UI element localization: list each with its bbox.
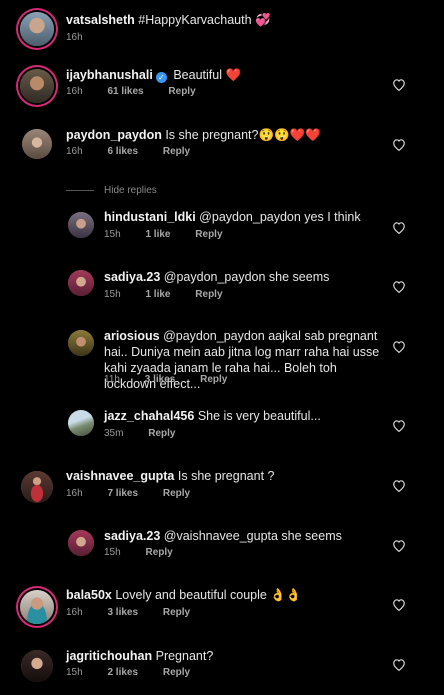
comment-meta: 16h 6 likes Reply <box>66 146 212 157</box>
comment-text: @paydon_paydon she seems <box>163 270 330 284</box>
reply-button[interactable]: Reply <box>163 146 190 157</box>
comment-meta: 11h 3 likes Reply <box>104 374 249 385</box>
timestamp: 15h <box>104 547 121 558</box>
username[interactable]: vatsalsheth <box>66 13 135 27</box>
comment-body: bala50x Lovely and beautiful couple 👌👌 <box>66 587 386 603</box>
comment-meta: 16h 3 likes Reply <box>66 607 212 618</box>
comment-body: vaishnavee_gupta Is she pregnant ? <box>66 468 386 484</box>
comment-meta: 16h <box>66 32 105 43</box>
reply-button[interactable]: Reply <box>163 667 190 678</box>
comment-meta: 16h 61 likes Reply <box>66 86 218 97</box>
timestamp: 35m <box>104 428 124 439</box>
comment-text: Is she pregnant?😲😲❤️❤️ <box>165 128 321 142</box>
like-heart-icon[interactable] <box>392 539 406 552</box>
like-heart-icon[interactable] <box>392 78 406 91</box>
likes-count[interactable]: 1 like <box>145 229 170 240</box>
comment-text: @vaishnavee_gupta she seems <box>163 529 342 543</box>
like-heart-icon[interactable] <box>392 598 406 611</box>
avatar[interactable] <box>22 129 52 159</box>
username[interactable]: sadiya.23 <box>104 270 160 284</box>
likes-count[interactable]: 2 likes <box>107 667 138 678</box>
username[interactable]: bala50x <box>66 588 112 602</box>
comment-meta: 35m Reply <box>104 428 197 439</box>
timestamp: 16h <box>66 32 83 43</box>
reply-button[interactable]: Reply <box>163 488 190 499</box>
avatar[interactable] <box>20 12 54 46</box>
reply-button[interactable]: Reply <box>168 86 195 97</box>
comment-body: sadiya.23 @paydon_paydon she seems <box>104 269 384 285</box>
avatar[interactable] <box>68 270 94 296</box>
reply-button[interactable]: Reply <box>195 229 222 240</box>
avatar[interactable] <box>68 212 94 238</box>
username[interactable]: hindustani_ldki <box>104 210 196 224</box>
likes-count[interactable]: 3 likes <box>107 607 138 618</box>
timestamp: 15h <box>66 667 83 678</box>
avatar[interactable] <box>68 330 94 356</box>
avatar[interactable] <box>21 471 53 503</box>
reply-button[interactable]: Reply <box>195 289 222 300</box>
username[interactable]: jazz_chahal456 <box>104 409 194 423</box>
comment-text: She is very beautiful... <box>197 409 321 423</box>
timestamp: 16h <box>66 488 83 499</box>
timestamp: 16h <box>66 607 83 618</box>
comment-body: hindustani_ldki @paydon_paydon yes I thi… <box>104 209 384 225</box>
avatar[interactable] <box>20 590 54 624</box>
username[interactable]: sadiya.23 <box>104 529 160 543</box>
likes-count[interactable]: 7 likes <box>107 488 138 499</box>
divider <box>66 189 94 191</box>
comment-meta: 15h 1 like Reply <box>104 229 245 240</box>
timestamp: 15h <box>104 289 121 300</box>
timestamp: 11h <box>104 374 120 385</box>
comment-body: paydon_paydon Is she pregnant?😲😲❤️❤️ <box>66 127 386 143</box>
comment-meta: 16h 7 likes Reply <box>66 488 212 499</box>
comment-body: jazz_chahal456 She is very beautiful... <box>104 408 384 424</box>
likes-count[interactable]: 61 likes <box>107 86 143 97</box>
comment-text: Beautiful ❤️ <box>173 68 242 82</box>
comment-text: #HappyKarvachauth 💞 <box>138 13 271 27</box>
comment-meta: 15h Reply <box>104 547 195 558</box>
username[interactable]: ariosious <box>104 329 160 343</box>
reply-button[interactable]: Reply <box>148 428 175 439</box>
reply-button[interactable]: Reply <box>145 547 172 558</box>
comment-text: Lovely and beautiful couple 👌👌 <box>115 588 302 602</box>
likes-count[interactable]: 6 likes <box>107 146 138 157</box>
verified-badge-icon: ✓ <box>155 72 167 83</box>
comment-meta: 15h 2 likes Reply <box>66 667 212 678</box>
username[interactable]: paydon_paydon <box>66 128 162 142</box>
reply-button[interactable]: Reply <box>200 374 227 385</box>
avatar[interactable] <box>68 410 94 436</box>
username[interactable]: vaishnavee_gupta <box>66 469 174 483</box>
avatar[interactable] <box>20 69 54 103</box>
timestamp: 16h <box>66 146 83 157</box>
likes-count[interactable]: 1 like <box>145 289 170 300</box>
comment-body: sadiya.23 @vaishnavee_gupta she seems <box>104 528 384 544</box>
username[interactable]: ijaybhanushali <box>66 68 153 82</box>
hide-replies-button[interactable]: Hide replies <box>66 185 157 196</box>
avatar[interactable] <box>68 530 94 556</box>
comment-body: jagritichouhan Pregnant? <box>66 648 386 664</box>
hide-replies-label: Hide replies <box>104 185 157 196</box>
like-heart-icon[interactable] <box>392 280 406 293</box>
avatar[interactable] <box>21 650 53 682</box>
comment-body: ijaybhanushali ✓ Beautiful ❤️ <box>66 67 386 83</box>
reply-button[interactable]: Reply <box>163 607 190 618</box>
like-heart-icon[interactable] <box>392 221 406 234</box>
like-heart-icon[interactable] <box>392 479 406 492</box>
comment-body: vatsalsheth #HappyKarvachauth 💞 <box>66 12 386 28</box>
like-heart-icon[interactable] <box>392 419 406 432</box>
likes-count[interactable]: 3 likes <box>145 374 176 385</box>
timestamp: 16h <box>66 86 83 97</box>
like-heart-icon[interactable] <box>392 658 406 671</box>
username[interactable]: jagritichouhan <box>66 649 152 663</box>
like-heart-icon[interactable] <box>392 340 406 353</box>
like-heart-icon[interactable] <box>392 138 406 151</box>
comment-text: @paydon_paydon yes I think <box>199 210 361 224</box>
comment-text: Pregnant? <box>155 649 214 663</box>
comment-meta: 15h 1 like Reply <box>104 289 245 300</box>
timestamp: 15h <box>104 229 121 240</box>
comment-text: Is she pregnant ? <box>177 469 275 483</box>
